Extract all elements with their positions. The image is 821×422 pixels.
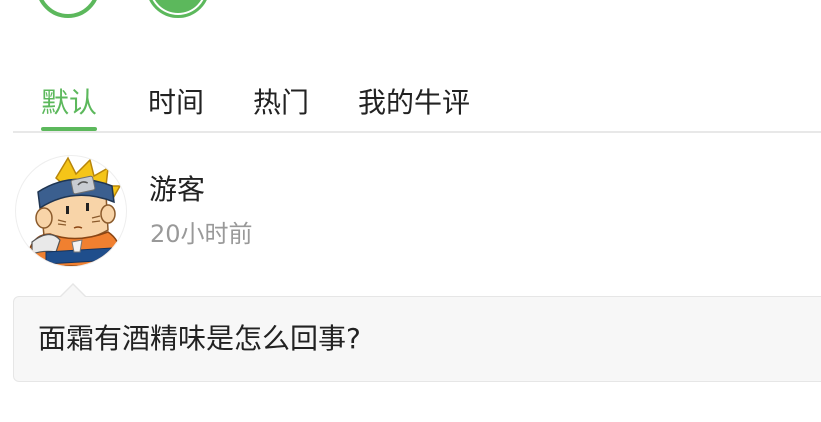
user-avatar[interactable] <box>15 155 127 267</box>
cartoon-ninja-avatar-icon <box>29 156 122 266</box>
tab-default[interactable]: 默认 <box>41 81 98 131</box>
comment-bubble[interactable]: 面霜有酒精味是怎么回事? <box>13 296 821 382</box>
post-time: 20小时前 <box>150 220 253 248</box>
top-circle-left[interactable] <box>36 0 100 18</box>
tab-my-comments[interactable]: 我的牛评 <box>358 81 470 125</box>
user-name[interactable]: 游客 <box>149 170 205 210</box>
top-circle-right[interactable] <box>146 0 210 18</box>
tab-hot[interactable]: 热门 <box>253 81 309 125</box>
sort-tabs: 默认 时间 热门 我的牛评 <box>13 78 821 133</box>
tab-time[interactable]: 时间 <box>148 81 204 125</box>
comment-bubble-pointer-fill <box>61 285 85 297</box>
comment-text: 面霜有酒精味是怎么回事? <box>38 322 361 355</box>
